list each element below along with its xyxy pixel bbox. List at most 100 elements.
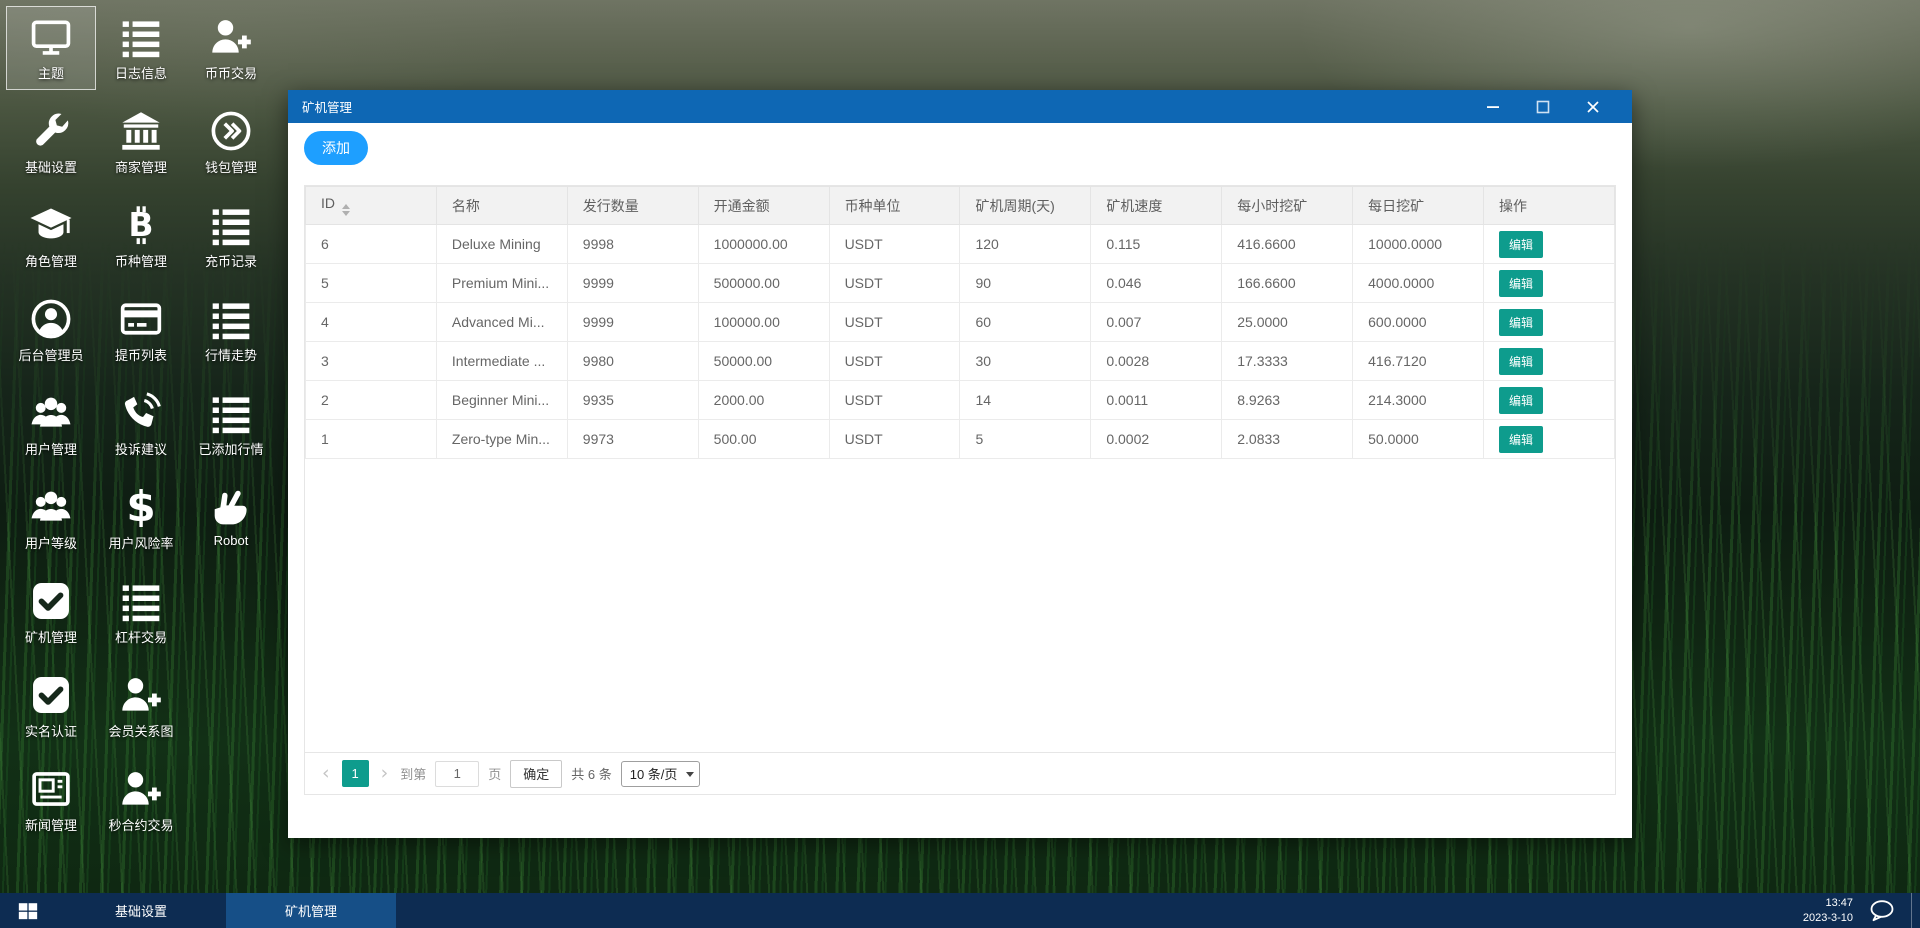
notification-bubble-icon[interactable] bbox=[1857, 899, 1907, 923]
desktop-icon-row: 实名认证 会员关系图 bbox=[6, 664, 276, 748]
add-button[interactable]: 添加 bbox=[304, 131, 368, 165]
desktop-shortcut[interactable]: 用户管理 bbox=[6, 382, 96, 466]
edit-button[interactable]: 编辑 bbox=[1499, 425, 1544, 453]
minimize-button[interactable] bbox=[1468, 90, 1518, 123]
desktop-shortcut[interactable]: 已添加行情 bbox=[186, 382, 276, 466]
cell-issue: 9998 bbox=[566, 224, 699, 264]
window-titlebar[interactable]: 矿机管理 bbox=[288, 90, 1632, 123]
pagination: ‹ 1 › 到第 页 确定 共 6 条 10 条/页 bbox=[305, 752, 1615, 794]
graduation-cap-icon bbox=[29, 203, 73, 247]
desktop-shortcut[interactable]: 投诉建议 bbox=[96, 382, 186, 466]
cell-name: Premium Mini... bbox=[435, 263, 568, 303]
column-header-label: 每小时挖矿 bbox=[1237, 197, 1308, 214]
desktop-shortcut[interactable]: 新闻管理 bbox=[6, 758, 96, 842]
cell-open: 500000.00 bbox=[697, 263, 830, 303]
start-button[interactable] bbox=[0, 893, 56, 928]
taskbar-tab[interactable]: 基础设置 bbox=[56, 893, 226, 928]
cell-name: Zero-type Min... bbox=[435, 419, 568, 459]
desktop-shortcut[interactable]: 用户等级 bbox=[6, 476, 96, 560]
edit-button[interactable]: 编辑 bbox=[1499, 269, 1544, 297]
desktop-shortcut[interactable]: 提币列表 bbox=[96, 288, 186, 372]
cell-hourly: 17.3333 bbox=[1221, 341, 1354, 381]
desktop-shortcut[interactable]: 主题 bbox=[6, 6, 96, 90]
user-plus-icon bbox=[209, 15, 253, 59]
desktop-shortcut[interactable]: 角色管理 bbox=[6, 194, 96, 278]
mining-management-window: 矿机管理 添加 ID 名称 发行数量 开通金额 币种单位 矿机周期(天) 矿机速度 每小时挖矿… bbox=[288, 90, 1632, 838]
cell-period: 14 bbox=[959, 380, 1092, 420]
close-button[interactable] bbox=[1568, 90, 1618, 123]
confirm-page-button[interactable]: 确定 bbox=[510, 759, 563, 788]
desktop-shortcut-label: 投诉建议 bbox=[114, 442, 167, 457]
cell-issue: 9973 bbox=[566, 419, 699, 459]
maximize-button[interactable] bbox=[1518, 90, 1568, 123]
edit-button[interactable]: 编辑 bbox=[1499, 347, 1544, 375]
edit-button[interactable]: 编辑 bbox=[1499, 230, 1544, 258]
desktop-shortcut-label: 杠杆交易 bbox=[114, 630, 167, 645]
desktop-shortcut[interactable]: Robot bbox=[186, 476, 276, 560]
desktop-shortcut[interactable]: 钱包管理 bbox=[186, 100, 276, 184]
desktop-shortcut[interactable]: 会员关系图 bbox=[96, 664, 186, 748]
mining-machine-table: ID 名称 发行数量 开通金额 币种单位 矿机周期(天) 矿机速度 每小时挖矿 每日挖矿 操作 6… bbox=[305, 186, 1615, 459]
cell-open: 1000000.00 bbox=[697, 224, 830, 264]
table-container: ID 名称 发行数量 开通金额 币种单位 矿机周期(天) 矿机速度 每小时挖矿 每日挖矿 操作 6… bbox=[304, 185, 1616, 795]
desktop-shortcut[interactable]: 秒合约交易 bbox=[96, 758, 186, 842]
taskbar-tray: 13:47 2023-3-10 bbox=[1799, 893, 1920, 928]
maximize-icon bbox=[1536, 100, 1550, 113]
desktop-shortcut[interactable]: 日志信息 bbox=[96, 6, 186, 90]
next-page-button[interactable]: › bbox=[378, 764, 392, 783]
cell-daily: 50.0000 bbox=[1352, 419, 1485, 459]
desktop-shortcut[interactable]: 实名认证 bbox=[6, 664, 96, 748]
taskbar-tab[interactable]: 矿机管理 bbox=[226, 893, 396, 928]
desktop-shortcut[interactable]: 后台管理员 bbox=[6, 288, 96, 372]
list-icon bbox=[209, 297, 253, 341]
desktop-shortcut-label: 用户风险率 bbox=[108, 536, 174, 551]
column-header-label: 每日挖矿 bbox=[1368, 197, 1425, 214]
desktop-shortcut-label: 用户等级 bbox=[24, 536, 77, 551]
desktop-shortcut[interactable]: 杠杆交易 bbox=[96, 570, 186, 654]
desktop-shortcut[interactable]: 充币记录 bbox=[186, 194, 276, 278]
desktop-shortcut[interactable]: 基础设置 bbox=[6, 100, 96, 184]
cell-actions: 编辑 bbox=[1483, 419, 1615, 459]
cell-speed: 0.0028 bbox=[1090, 341, 1223, 381]
list-icon bbox=[209, 203, 253, 247]
column-header: 开通金额 bbox=[697, 186, 830, 225]
desktop-shortcut[interactable]: 币币交易 bbox=[186, 6, 276, 90]
wallet-icon bbox=[209, 109, 253, 153]
cell-id: 3 bbox=[305, 341, 437, 381]
table-row: 2 Beginner Mini... 9935 2000.00 USDT 14 0.0011… bbox=[305, 380, 1615, 420]
desktop-shortcut[interactable]: $ 用户风险率 bbox=[96, 476, 186, 560]
desktop-shortcut-label: 提币列表 bbox=[114, 348, 167, 363]
window-content: 添加 ID 名称 发行数量 开通金额 币种单位 矿机周期(天) 矿机速度 每小时挖矿 每日挖矿 操… bbox=[288, 123, 1632, 838]
desktop-shortcut-label: 币种管理 bbox=[114, 254, 167, 269]
show-desktop-button[interactable] bbox=[1912, 893, 1920, 928]
cell-actions: 编辑 bbox=[1483, 380, 1615, 420]
dollar-icon: $ bbox=[119, 485, 163, 529]
taskbar-clock[interactable]: 13:47 2023-3-10 bbox=[1799, 896, 1857, 926]
page-input[interactable] bbox=[435, 760, 480, 787]
cell-speed: 0.0011 bbox=[1090, 380, 1223, 420]
desktop-shortcut[interactable]: 商家管理 bbox=[96, 100, 186, 184]
cell-issue: 9980 bbox=[566, 341, 699, 381]
page-number-button[interactable]: 1 bbox=[341, 760, 369, 787]
cell-actions: 编辑 bbox=[1483, 341, 1615, 381]
desktop-shortcut[interactable]: B 币种管理 bbox=[96, 194, 186, 278]
column-header[interactable]: ID bbox=[305, 186, 437, 225]
sort-icon[interactable] bbox=[342, 204, 350, 216]
edit-button[interactable]: 编辑 bbox=[1499, 386, 1544, 414]
desktop-shortcut[interactable]: 行情走势 bbox=[186, 288, 276, 372]
edit-button[interactable]: 编辑 bbox=[1499, 308, 1544, 336]
cell-daily: 4000.0000 bbox=[1352, 263, 1485, 303]
table-row: 3 Intermediate ... 9980 50000.00 USDT 30 0.002… bbox=[305, 341, 1615, 381]
desktop-shortcut[interactable]: 矿机管理 bbox=[6, 570, 96, 654]
desktop-shortcut-label: 钱包管理 bbox=[204, 160, 257, 175]
minimize-icon bbox=[1487, 105, 1499, 108]
column-header: 名称 bbox=[435, 186, 568, 225]
cell-id: 1 bbox=[305, 419, 437, 459]
page-size-select[interactable]: 10 条/页 bbox=[620, 760, 701, 787]
cell-period: 30 bbox=[959, 341, 1092, 381]
page-size-value: 10 条/页 bbox=[629, 767, 678, 782]
cell-unit: USDT bbox=[828, 380, 961, 420]
users-icon bbox=[29, 391, 73, 435]
prev-page-button[interactable]: ‹ bbox=[319, 764, 333, 783]
window-title: 矿机管理 bbox=[302, 101, 353, 115]
